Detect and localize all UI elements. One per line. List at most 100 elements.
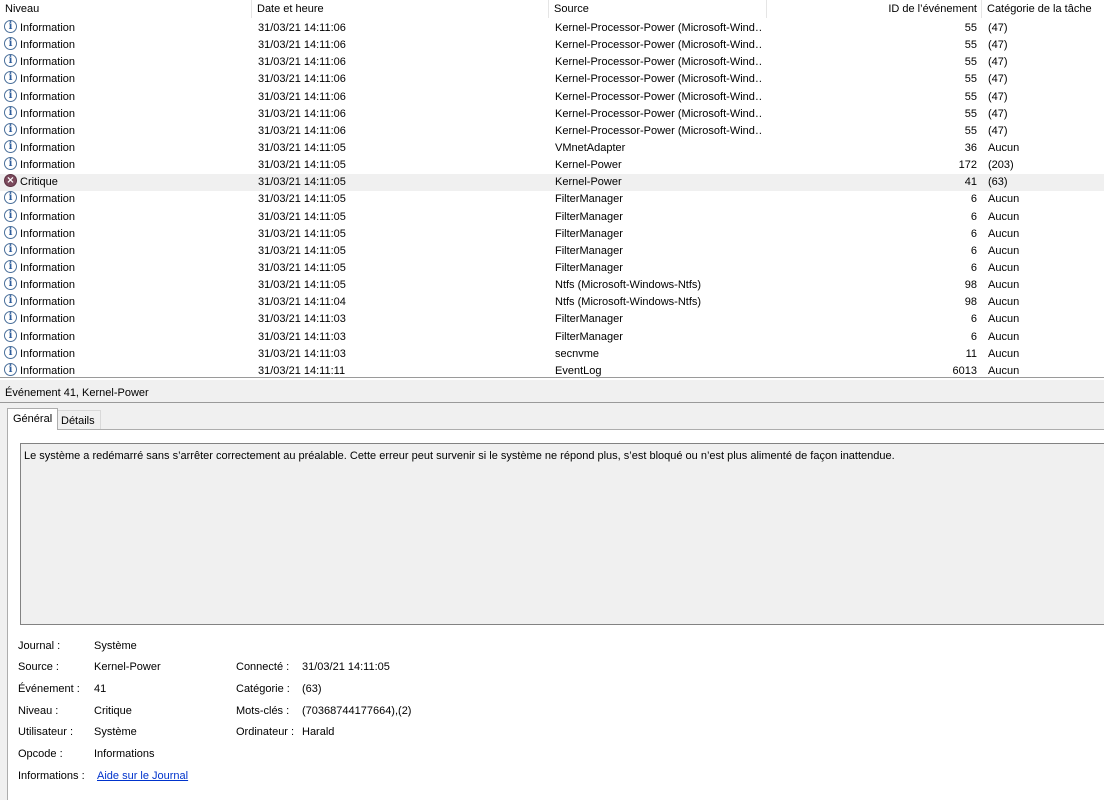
information-icon: i	[4, 139, 17, 153]
event-row[interactable]: i Information 31/03/21 14:11:06 Kernel-Proc…	[0, 71, 1104, 88]
event-row[interactable]: i Information 31/03/21 14:11:05 FilterManag…	[0, 242, 1104, 260]
event-id: 6	[970, 210, 977, 223]
information-icon: i	[4, 311, 17, 325]
event-row[interactable]: i Information 31/03/21 14:11:05 FilterManag…	[0, 191, 1104, 208]
event-category: Aucun	[988, 364, 1020, 377]
information-icon: i	[4, 191, 17, 205]
column-header-event-id[interactable]: ID de l’événement	[767, 0, 982, 18]
event-source: VMnetAdapter	[555, 141, 626, 154]
event-row[interactable]: i Information 31/03/21 14:11:06 Kernel-Proc…	[0, 88, 1104, 106]
event-category: Aucun	[988, 210, 1020, 223]
event-row[interactable]: i Information 31/03/21 14:11:05 VMnetAdapte…	[0, 139, 1104, 157]
event-level: Information	[20, 22, 76, 34]
event-category: Aucun	[988, 244, 1020, 257]
event-date: 31/03/21 14:11:03	[258, 347, 346, 360]
column-header-source[interactable]: Source	[549, 0, 767, 18]
event-category: Aucun	[988, 141, 1020, 154]
event-row[interactable]: i Information 31/03/21 14:11:06 Kernel-Proc…	[0, 122, 1104, 140]
event-source: Kernel-Power	[555, 159, 622, 172]
tab-general[interactable]: Général	[7, 408, 59, 430]
column-header-date[interactable]: Date et heure	[252, 0, 549, 18]
event-date: 31/03/21 14:11:05	[258, 227, 346, 240]
event-source: EventLog	[555, 364, 602, 377]
field-value-level: Critique	[94, 705, 132, 717]
event-date: 31/03/21 14:11:06	[258, 124, 346, 137]
event-row[interactable]: i Information 31/03/21 14:11:05 FilterManag…	[0, 225, 1104, 243]
event-level: Information	[20, 124, 76, 137]
information-icon: i	[4, 345, 17, 359]
event-category: (63)	[988, 176, 1008, 189]
event-row[interactable]: i Information 31/03/21 14:11:05 FilterManag…	[0, 208, 1104, 226]
event-row[interactable]: i Information 31/03/21 14:11:06 Kernel-Proc…	[0, 54, 1104, 71]
tab-details[interactable]: Détails	[55, 410, 101, 430]
detail-title-divider	[0, 402, 1104, 403]
event-category: (203)	[988, 159, 1014, 172]
event-id: 41	[964, 176, 977, 189]
information-icon: i	[4, 328, 17, 342]
field-label-user: Utilisateur :	[18, 726, 74, 738]
event-source: FilterManager	[555, 313, 623, 326]
event-id: 6	[970, 227, 977, 240]
information-icon: i	[4, 294, 17, 308]
information-icon: i	[4, 122, 17, 136]
field-value-keywords: (70368744177664),(2)	[302, 705, 412, 717]
event-source: FilterManager	[555, 261, 623, 274]
event-id: 6	[970, 244, 977, 257]
event-row[interactable]: i Information 31/03/21 14:11:04 Ntfs (Micro…	[0, 294, 1104, 311]
event-list[interactable]: Niveau Date et heure Source ID de l’évén…	[0, 0, 1104, 378]
event-row[interactable]: i Information 31/03/21 14:11:06 Kernel-Proc…	[0, 20, 1104, 37]
column-header-level[interactable]: Niveau	[0, 0, 252, 18]
information-icon: i	[4, 225, 17, 239]
event-category: (47)	[988, 22, 1008, 34]
event-id: 6	[970, 330, 977, 343]
event-level: Information	[20, 193, 76, 206]
event-row[interactable]: i Information 31/03/21 14:11:06 Kernel-Proc…	[0, 105, 1104, 123]
event-source: Kernel-Processor-Power (Microsoft-Wind…	[555, 56, 762, 69]
event-row[interactable]: i Information 31/03/21 14:11:03 secnvme 11 Au…	[0, 345, 1104, 363]
event-row[interactable]: × Critique 31/03/21 14:11:05 Kernel-Power 41…	[0, 174, 1104, 192]
event-source: Kernel-Processor-Power (Microsoft-Wind…	[555, 107, 762, 120]
event-row[interactable]: i Information 31/03/21 14:11:05 Ntfs (Micro…	[0, 277, 1104, 294]
information-icon: i	[4, 208, 17, 222]
event-row[interactable]: i Information 31/03/21 14:11:06 Kernel-Proc…	[0, 37, 1104, 54]
event-id: 172	[958, 159, 977, 172]
event-rows: i Information 31/03/21 14:11:06 Kernel-Proc…	[0, 20, 1104, 378]
event-category: (47)	[988, 90, 1008, 103]
event-id: 36	[964, 141, 977, 154]
information-icon: i	[4, 71, 17, 85]
column-header-category[interactable]: Catégorie de la tâche	[982, 0, 1104, 18]
event-row[interactable]: i Information 31/03/21 14:11:03 FilterManag…	[0, 328, 1104, 346]
event-source: FilterManager	[555, 244, 623, 257]
event-level: Information	[20, 141, 76, 154]
event-log-help-link[interactable]: Aide sur le Journal	[97, 769, 188, 783]
field-value-opcode: Informations	[94, 748, 155, 760]
event-detail-pane: Événement 41, Kernel-Power Général Détai…	[0, 380, 1104, 800]
event-category: Aucun	[988, 279, 1020, 292]
event-level: Information	[20, 159, 76, 172]
event-category: Aucun	[988, 227, 1020, 240]
event-date: 31/03/21 14:11:11	[258, 364, 346, 377]
event-row[interactable]: i Information 31/03/21 14:11:03 FilterManag…	[0, 311, 1104, 328]
information-icon: i	[4, 277, 17, 291]
event-id: 98	[964, 296, 977, 309]
event-source: Kernel-Processor-Power (Microsoft-Wind…	[555, 22, 762, 34]
event-id: 55	[964, 124, 977, 137]
event-source: secnvme	[555, 347, 600, 360]
event-id: 11	[965, 347, 977, 360]
event-level: Information	[20, 56, 76, 69]
event-description-box[interactable]: Le système a redémarré sans s’arrêter co…	[20, 443, 1104, 625]
event-level: Information	[20, 313, 76, 326]
event-source: FilterManager	[555, 330, 623, 343]
field-label-event: Événement :	[18, 683, 80, 695]
event-row[interactable]: i Information 31/03/21 14:11:05 Kernel-Powe…	[0, 157, 1104, 174]
event-category: (47)	[988, 39, 1008, 52]
event-row[interactable]: i Information 31/03/21 14:11:05 FilterManag…	[0, 259, 1104, 277]
information-icon: i	[4, 54, 17, 68]
event-level: Information	[20, 244, 76, 257]
field-label-keywords: Mots-clés :	[236, 705, 290, 717]
event-list-header: Niveau Date et heure Source ID de l’évén…	[0, 0, 1104, 18]
event-row[interactable]: i Information 31/03/21 14:11:11 EventLog 601…	[0, 362, 1104, 378]
field-label-level: Niveau :	[18, 705, 59, 717]
information-icon: i	[4, 20, 17, 33]
event-level: Information	[20, 227, 76, 240]
